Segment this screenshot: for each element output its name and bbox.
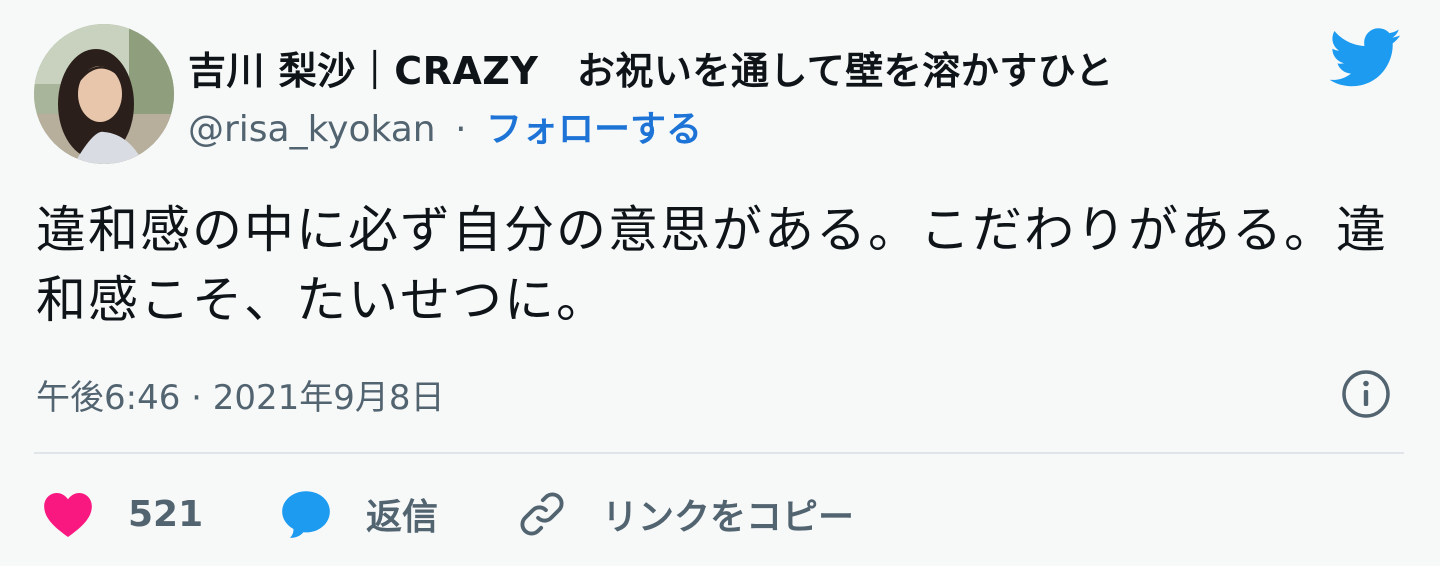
heart-icon [44, 492, 92, 537]
tweet-text: 違和感の中に必ず自分の意思がある。こだわりがある。違和感こそ、たいせつに。 [36, 201, 1388, 329]
like-count: 521 [128, 493, 204, 535]
reply-label: 返信 [366, 497, 439, 538]
reply-button[interactable]: 返信 [280, 484, 438, 544]
avatar[interactable] [34, 24, 174, 164]
avatar-photo [34, 24, 174, 164]
link-icon [520, 492, 564, 536]
handle-row: @risa_kyokan · フォローする [188, 100, 702, 152]
display-name[interactable]: 吉川 梨沙｜CRAZY お祝いを通して壁を溶かすひと [188, 40, 1114, 95]
copy-link-label: リンクをコピー [602, 497, 855, 538]
user-handle[interactable]: @risa_kyokan [188, 109, 436, 150]
tweet-card: 吉川 梨沙｜CRAZY お祝いを通して壁を溶かすひと @risa_kyokan … [0, 0, 1440, 566]
copy-link-button[interactable]: リンクをコピー [516, 484, 854, 544]
twitter-bird-icon[interactable] [1330, 28, 1402, 88]
tweet-timestamp[interactable]: 午後6:46 · 2021年9月8日 [36, 370, 445, 419]
like-button[interactable]: 521 [42, 484, 203, 544]
follow-link[interactable]: フォローする [486, 109, 702, 150]
handle-separator: · [455, 109, 467, 150]
speech-bubble-icon [282, 491, 330, 538]
divider [34, 452, 1404, 454]
info-icon[interactable] [1340, 368, 1392, 420]
